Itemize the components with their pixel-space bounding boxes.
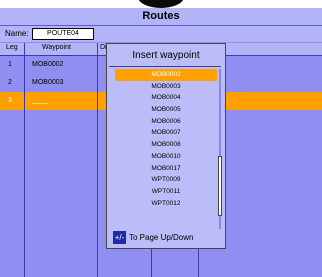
waypoint-cell: MOB0003: [32, 79, 64, 86]
waypoint-item[interactable]: MOB0017: [115, 163, 217, 175]
scrollbar-thumb[interactable]: [218, 156, 222, 216]
col-waypoint-header: Waypoint: [42, 44, 71, 51]
waypoint-item-selected[interactable]: MOB0002: [115, 69, 217, 81]
waypoint-item[interactable]: MOB0005: [115, 104, 217, 116]
waypoint-item[interactable]: MOB0008: [115, 139, 217, 151]
insert-waypoint-dialog: Insert waypoint MOB0002 MOB0003 MOB0004 …: [106, 43, 226, 249]
page-hint: +/- To Page Up/Down: [113, 231, 193, 245]
waypoint-list: MOB0002 MOB0003 MOB0004 MOB0005 MOB0006 …: [115, 69, 217, 209]
page-title: Routes: [0, 8, 322, 26]
leg-cell: 3: [8, 97, 12, 104]
screen: Routes Name: POUTE04 Leg Waypoint Di 1 M…: [0, 8, 322, 277]
dialog-title: Insert waypoint: [132, 50, 200, 61]
route-name-label: Name:: [5, 29, 29, 38]
waypoint-cell: ____: [32, 97, 48, 104]
waypoint-item[interactable]: WPT0012: [115, 198, 217, 210]
waypoint-item[interactable]: MOB0007: [115, 127, 217, 139]
waypoint-item[interactable]: MOB0003: [115, 81, 217, 93]
leg-cell: 2: [8, 79, 12, 86]
leg-cell: 1: [8, 61, 12, 68]
waypoint-item[interactable]: MOB0006: [115, 116, 217, 128]
page-hint-text: To Page Up/Down: [129, 233, 194, 242]
column-divider: [24, 43, 25, 277]
col-leg-header: Leg: [6, 44, 18, 51]
waypoint-cell: MOB0002: [32, 61, 64, 68]
waypoint-item[interactable]: MOB0004: [115, 92, 217, 104]
plus-minus-key-icon: +/-: [113, 231, 126, 244]
route-name-field[interactable]: POUTE04: [32, 28, 94, 40]
column-divider: [97, 43, 98, 277]
route-name-row: Name: POUTE04: [0, 26, 322, 42]
waypoint-item[interactable]: WPT0009: [115, 174, 217, 186]
dialog-divider: [109, 66, 221, 67]
waypoint-item[interactable]: MOB0010: [115, 151, 217, 163]
waypoint-item[interactable]: WPT0011: [115, 186, 217, 198]
